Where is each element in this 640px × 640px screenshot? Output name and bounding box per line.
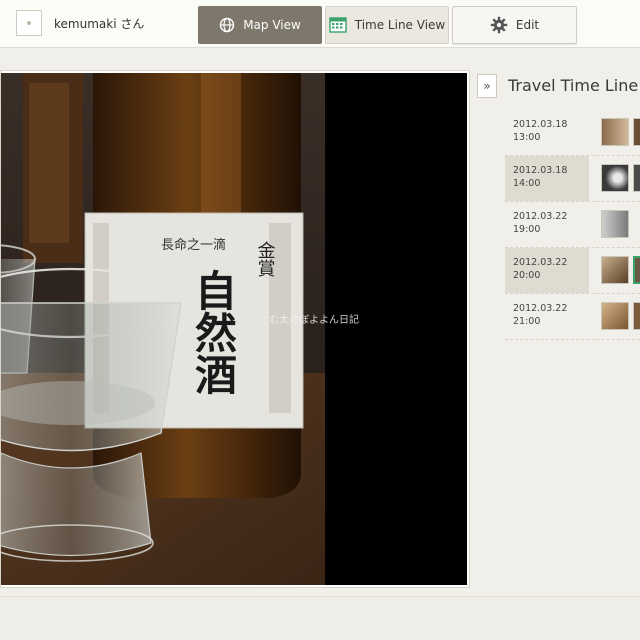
timeline-date: 2012.03.22 [513, 211, 568, 222]
tab-time-line-view[interactable]: Time Line View [325, 6, 449, 44]
avatar[interactable] [16, 10, 42, 36]
timeline-date: 2012.03.18 [513, 119, 568, 130]
label-main-text: 自然酒 [189, 269, 238, 395]
timeline-item[interactable]: 2012.03.22 20:00 [505, 248, 640, 294]
timeline-list: 2012.03.18 13:00 2012.03.18 14:00 2012.0… [505, 110, 640, 340]
collapse-sidebar-button[interactable]: » [477, 74, 497, 98]
label-top-text: 長命之一滴 [161, 237, 226, 253]
photo-watermark: けむ太のぼよよん日記 [259, 315, 359, 326]
timeline-thumbnails [601, 118, 640, 148]
sake-photo[interactable]: 長命之一滴 金賞 自然酒 けむ太のぼよよん日記 [1, 73, 467, 585]
timeline-item[interactable]: 2012.03.22 19:00 [505, 202, 640, 248]
photo-thumbnail[interactable] [601, 256, 629, 284]
top-bar: kemumaki さん Map View Time Line View Edit [0, 0, 640, 48]
timeline-time: 2012.03.22 20:00 [505, 248, 589, 293]
tab-map-view[interactable]: Map View [198, 6, 322, 44]
tab-map-view-label: Map View [243, 18, 301, 32]
timeline-hour: 14:00 [513, 178, 541, 189]
timeline-hour: 19:00 [513, 224, 541, 235]
timeline-thumbnails [601, 210, 633, 240]
sidebar-title: Travel Time Line [508, 76, 639, 95]
timeline-item[interactable]: 2012.03.18 14:00 [505, 156, 640, 202]
photo-thumbnail[interactable] [601, 164, 629, 192]
timeline-date: 2012.03.22 [513, 257, 568, 268]
timeline-thumbnails [601, 302, 640, 332]
photo-thumbnail[interactable] [601, 210, 629, 238]
photo-viewer: 長命之一滴 金賞 自然酒 けむ太のぼよよん日記 [0, 70, 470, 588]
timeline-date: 2012.03.22 [513, 303, 568, 314]
photo-thumbnail[interactable] [601, 302, 629, 330]
footer-bar [0, 596, 640, 640]
timeline-time: 2012.03.22 21:00 [505, 294, 589, 339]
tab-time-line-view-label: Time Line View [354, 18, 446, 32]
timeline-hour: 13:00 [513, 132, 541, 143]
timeline-thumbnails [601, 164, 640, 194]
timeline-item[interactable]: 2012.03.22 21:00 [505, 294, 640, 340]
timeline-date: 2012.03.18 [513, 165, 568, 176]
timeline-hour: 21:00 [513, 316, 541, 327]
username: kemumaki さん [54, 16, 145, 31]
edit-button[interactable]: Edit [452, 6, 577, 44]
photo-thumbnail[interactable] [601, 118, 629, 146]
globe-icon [219, 17, 235, 33]
photo-thumbnail[interactable] [633, 164, 640, 192]
photo-thumbnail[interactable] [633, 118, 640, 146]
calendar-icon [329, 17, 347, 33]
timeline-item[interactable]: 2012.03.18 13:00 [505, 110, 640, 156]
label-brand-text: 金賞 [255, 241, 276, 277]
gear-icon [490, 16, 508, 34]
user-info[interactable]: kemumaki さん [16, 10, 144, 36]
photo-thumbnail-selected[interactable] [633, 256, 640, 284]
timeline-hour: 20:00 [513, 270, 541, 281]
timeline-time: 2012.03.22 19:00 [505, 202, 589, 247]
edit-button-label: Edit [515, 18, 540, 32]
photo-thumbnail[interactable] [633, 302, 640, 330]
timeline-time: 2012.03.18 13:00 [505, 110, 589, 155]
timeline-thumbnails [601, 256, 640, 286]
timeline-time: 2012.03.18 14:00 [505, 156, 589, 201]
